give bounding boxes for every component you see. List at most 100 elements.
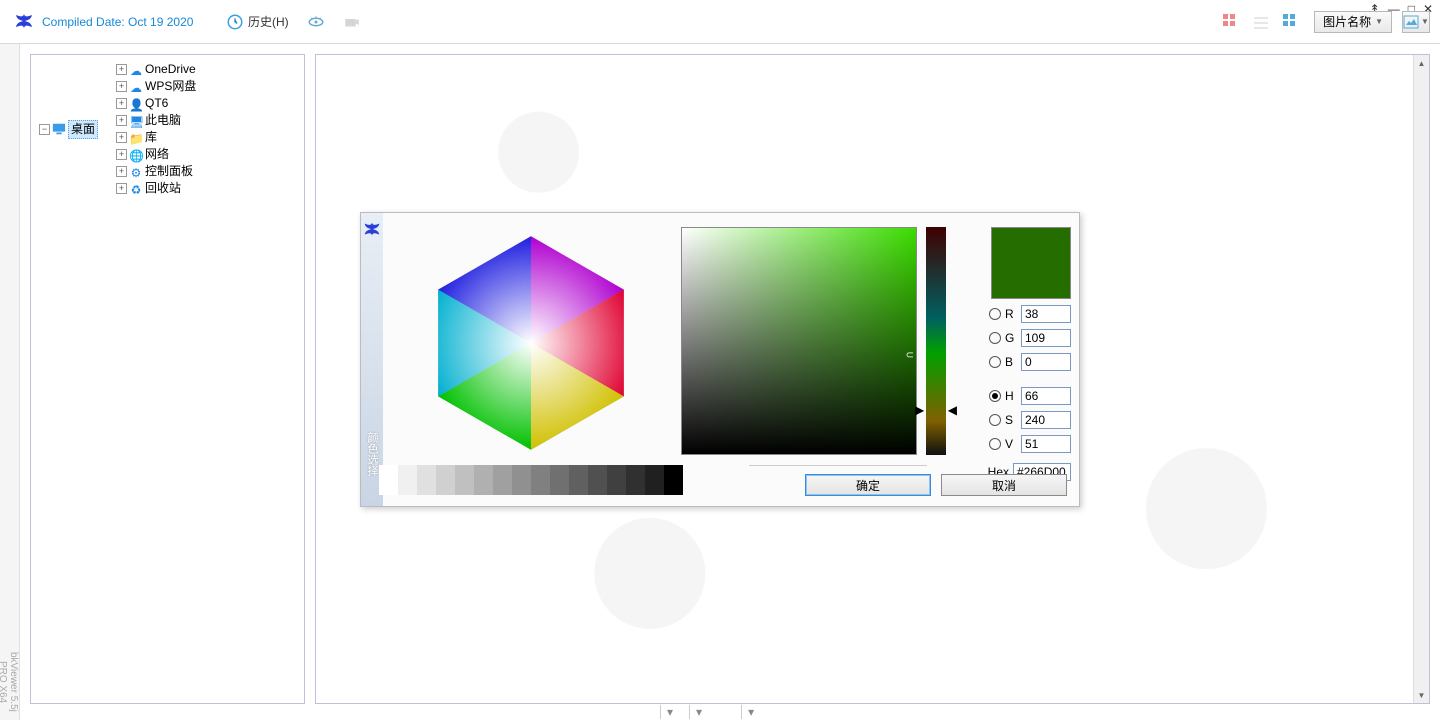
expand-icon[interactable]: + [116, 64, 127, 75]
scroll-up-icon[interactable]: ▲ [1414, 55, 1429, 71]
butterfly-logo-icon [361, 219, 383, 241]
b-field-row: B [965, 353, 1071, 371]
hue-slider[interactable]: ▶ ◀ [921, 227, 951, 455]
b-input[interactable] [1021, 353, 1071, 371]
history-button[interactable]: 历史(H) [226, 13, 289, 31]
tree-item[interactable]: +♻回收站 [116, 180, 181, 197]
v-input[interactable] [1021, 435, 1071, 453]
collapse-icon[interactable]: − [39, 124, 50, 135]
dialog-sidebar: 颜色选择 [361, 213, 383, 506]
s-label: S [1005, 413, 1017, 427]
b-label: B [1005, 355, 1017, 369]
h-radio[interactable] [989, 390, 1001, 402]
camera-button[interactable] [343, 13, 361, 31]
tree-item[interactable]: +☁WPS网盘 [116, 78, 196, 95]
slider-left-marker-icon: ▶ [915, 403, 924, 417]
cancel-button[interactable]: 取消 [941, 474, 1067, 496]
gray-swatch[interactable] [493, 465, 512, 495]
desktop-icon [52, 122, 66, 136]
expand-icon[interactable]: + [116, 149, 127, 160]
gray-swatch[interactable] [588, 465, 607, 495]
hex-color-wheel[interactable] [395, 227, 667, 496]
tree-item-label: 库 [145, 129, 157, 146]
camera-icon [343, 13, 361, 31]
expand-icon[interactable]: + [116, 183, 127, 194]
sort-label: 图片名称 [1323, 13, 1371, 30]
gray-swatch[interactable] [531, 465, 550, 495]
r-label: R [1005, 307, 1017, 321]
g-radio[interactable] [989, 332, 1001, 344]
expand-icon[interactable]: + [116, 115, 127, 126]
expand-icon[interactable]: + [116, 132, 127, 143]
tree-root-label: 桌面 [68, 120, 98, 139]
folder-icon: ⚙ [129, 165, 143, 179]
compiled-date-label: Compiled Date: Oct 19 2020 [42, 15, 193, 29]
sv-cursor-icon: ⊂ [906, 350, 914, 361]
tree-item-label: 控制面板 [145, 163, 193, 180]
folder-icon: ☁ [129, 80, 143, 94]
r-input[interactable] [1021, 305, 1071, 323]
gray-swatch[interactable] [512, 465, 531, 495]
expand-icon[interactable]: + [116, 166, 127, 177]
tree-root[interactable]: − 桌面 [39, 120, 98, 139]
vertical-scrollbar[interactable]: ▲ ▼ [1413, 55, 1429, 703]
tree-item-label: OneDrive [145, 61, 196, 78]
v-label: V [1005, 437, 1017, 451]
color-swatch [991, 227, 1071, 299]
grid-icon [1222, 13, 1240, 31]
gray-swatch[interactable] [379, 465, 398, 495]
tree-item[interactable]: +📁库 [116, 129, 157, 146]
s-field-row: S [965, 411, 1071, 429]
gray-swatch[interactable] [436, 465, 455, 495]
folder-tree[interactable]: − 桌面 +☁OneDrive+☁WPS网盘+👤QT6+🖥此电脑+📁库+🌐网络+… [35, 61, 300, 197]
hex-wheel-svg [399, 227, 663, 459]
s-radio[interactable] [989, 414, 1001, 426]
v-radio[interactable] [989, 438, 1001, 450]
eye-button[interactable] [307, 13, 325, 31]
gray-swatch[interactable] [626, 465, 645, 495]
grid-orange-button[interactable] [1218, 11, 1244, 33]
ok-button[interactable]: 确定 [805, 474, 931, 496]
gray-swatch[interactable] [417, 465, 436, 495]
tree-item[interactable]: +🌐网络 [116, 146, 169, 163]
s-input[interactable] [1021, 411, 1071, 429]
gray-swatch[interactable] [550, 465, 569, 495]
status-b: ▾ [689, 705, 708, 719]
expand-icon[interactable]: + [116, 98, 127, 109]
tree-item-label: 此电脑 [145, 112, 181, 129]
grid-blue-button[interactable] [1278, 11, 1304, 33]
dialog-side-label: 颜色选择 [364, 432, 380, 476]
gray-swatch[interactable] [569, 465, 588, 495]
h-label: H [1005, 389, 1017, 403]
tree-item[interactable]: +🖥此电脑 [116, 112, 181, 129]
gray-swatch[interactable] [398, 465, 417, 495]
grayscale-row[interactable] [379, 465, 683, 495]
gray-swatch[interactable] [607, 465, 626, 495]
gray-swatch[interactable] [645, 465, 664, 495]
thumbnail-mode-button[interactable]: ▼ [1402, 11, 1430, 33]
sort-dropdown[interactable]: 图片名称 ▼ [1314, 11, 1392, 33]
b-radio[interactable] [989, 356, 1001, 368]
h-input[interactable] [1021, 387, 1071, 405]
main-toolbar: Compiled Date: Oct 19 2020 历史(H) 图片名称 ▼ … [0, 0, 1440, 44]
sv-gradient-box[interactable]: ⊂ [681, 227, 917, 455]
tree-item-label: QT6 [145, 95, 168, 112]
chevron-down-icon: ▼ [1421, 17, 1429, 26]
r-field-row: R [965, 305, 1071, 323]
sliders-icon [1252, 13, 1270, 31]
butterfly-logo-icon [12, 10, 36, 34]
status-a: ▾ [660, 705, 679, 719]
folder-icon: 👤 [129, 97, 143, 111]
r-radio[interactable] [989, 308, 1001, 320]
tree-item[interactable]: +☁OneDrive [116, 61, 196, 78]
folder-icon: 🖥 [129, 114, 143, 128]
scroll-down-icon[interactable]: ▼ [1414, 687, 1429, 703]
expand-icon[interactable]: + [116, 81, 127, 92]
tree-item[interactable]: +⚙控制面板 [116, 163, 193, 180]
slider-button[interactable] [1248, 11, 1274, 33]
gray-swatch[interactable] [455, 465, 474, 495]
gray-swatch[interactable] [474, 465, 493, 495]
v-field-row: V [965, 435, 1071, 453]
tree-item[interactable]: +👤QT6 [116, 95, 168, 112]
g-input[interactable] [1021, 329, 1071, 347]
